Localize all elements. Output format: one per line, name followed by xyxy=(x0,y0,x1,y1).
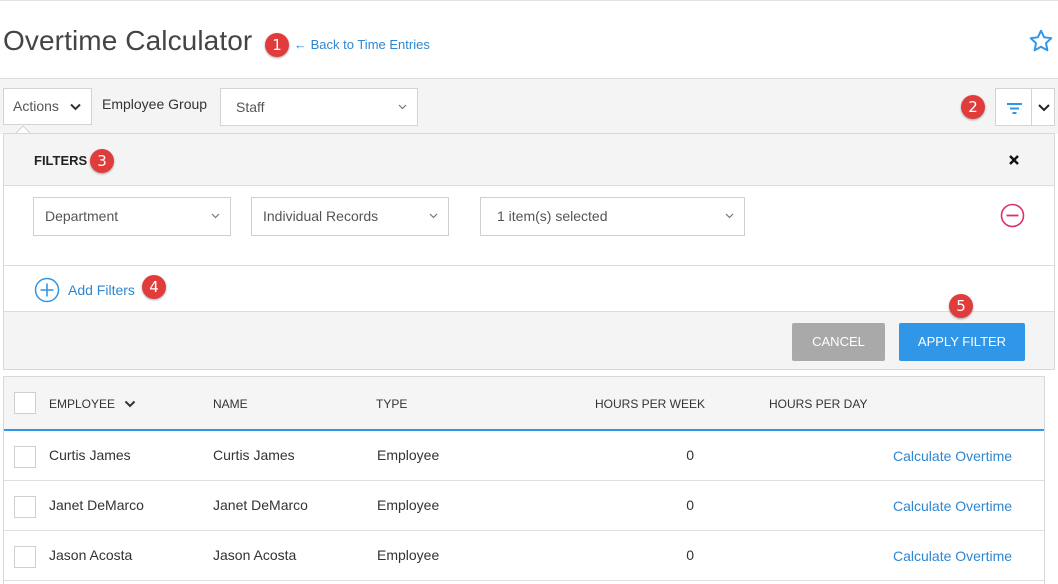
employee-table: EMPLOYEE NAME TYPE HOURS PER WEEK HOURS … xyxy=(3,376,1045,584)
cell-hours-per-week: 0 xyxy=(686,547,694,563)
actions-label: Actions xyxy=(13,98,59,114)
actions-dropdown[interactable]: Actions xyxy=(3,88,92,125)
employee-group-label: Employee Group xyxy=(102,96,208,112)
dropdown-caret-icon xyxy=(16,125,30,133)
close-icon[interactable] xyxy=(1008,154,1020,166)
add-circle-icon xyxy=(34,277,60,303)
calculate-overtime-link[interactable]: Calculate Overtime xyxy=(893,448,1012,464)
annotation-badge-4: 4 xyxy=(142,275,166,299)
chevron-down-icon xyxy=(398,104,407,110)
cell-employee: Curtis James xyxy=(49,447,131,463)
cell-name: Janet DeMarco xyxy=(213,497,308,513)
filter-field-value: Department xyxy=(45,208,119,224)
column-header-hours-per-week[interactable]: HOURS PER WEEK xyxy=(595,397,705,411)
toolbar: Actions Employee Group Staff 2 xyxy=(0,78,1058,134)
star-icon[interactable] xyxy=(1028,28,1054,54)
table-row: Janet DeMarco Janet DeMarco Employee 0 C… xyxy=(4,481,1044,531)
column-header-name[interactable]: NAME xyxy=(213,397,248,411)
filter-icon xyxy=(1007,103,1022,114)
cell-type: Employee xyxy=(377,447,440,463)
chevron-down-icon xyxy=(70,103,81,111)
cell-employee: Janet DeMarco xyxy=(49,497,144,513)
filter-options-dropdown[interactable] xyxy=(1031,88,1055,126)
filter-button[interactable] xyxy=(995,88,1032,126)
filter-field-select[interactable]: Department xyxy=(33,197,231,236)
remove-filter-icon[interactable] xyxy=(1000,203,1025,228)
employee-group-select[interactable]: Staff xyxy=(220,88,418,126)
table-row: Jason Acosta Jason Acosta Employee 0 Cal… xyxy=(4,531,1044,581)
filter-mode-select[interactable]: Individual Records xyxy=(251,197,449,236)
cell-hours-per-week: 0 xyxy=(686,497,694,513)
employee-group-value: Staff xyxy=(236,99,265,115)
calculate-overtime-link[interactable]: Calculate Overtime xyxy=(893,548,1012,564)
annotation-badge-3: 3 xyxy=(90,149,114,173)
annotation-badge-2: 2 xyxy=(961,95,985,119)
column-header-employee[interactable]: EMPLOYEE xyxy=(49,397,136,411)
chevron-down-icon xyxy=(125,400,136,408)
filters-header: FILTERS 3 xyxy=(4,134,1054,186)
row-checkbox[interactable] xyxy=(14,446,36,468)
annotation-badge-5: 5 xyxy=(949,294,973,318)
apply-filter-button[interactable]: APPLY FILTER xyxy=(899,323,1025,361)
row-checkbox[interactable] xyxy=(14,496,36,518)
cell-name: Jason Acosta xyxy=(213,547,297,563)
chevron-down-icon xyxy=(211,213,220,219)
chevron-down-icon xyxy=(1038,104,1050,112)
add-filters-label: Add Filters xyxy=(68,282,135,298)
column-header-employee-label: EMPLOYEE xyxy=(49,397,116,411)
column-header-type[interactable]: TYPE xyxy=(376,397,407,411)
annotation-badge-1: 1 xyxy=(265,33,289,57)
filter-row: Department Individual Records 1 item(s) … xyxy=(4,186,1054,266)
chevron-down-icon xyxy=(429,213,438,219)
page-title: Overtime Calculator xyxy=(3,25,253,56)
row-checkbox[interactable] xyxy=(14,546,36,568)
chevron-down-icon xyxy=(725,213,734,219)
cell-name: Curtis James xyxy=(213,447,295,463)
cancel-button[interactable]: CANCEL xyxy=(792,323,885,361)
cell-type: Employee xyxy=(377,547,440,563)
filter-values-select[interactable]: 1 item(s) selected xyxy=(480,197,745,236)
cell-type: Employee xyxy=(377,497,440,513)
filters-title: FILTERS xyxy=(34,153,88,168)
calculate-overtime-link[interactable]: Calculate Overtime xyxy=(893,498,1012,514)
column-header-hours-per-day[interactable]: HOURS PER DAY xyxy=(769,397,867,411)
filters-footer: 5 CANCEL APPLY FILTER xyxy=(4,294,1054,369)
back-to-time-entries-link[interactable]: ← Back to Time Entries xyxy=(294,37,430,52)
filter-values-value: 1 item(s) selected xyxy=(497,208,608,224)
select-all-checkbox[interactable] xyxy=(14,392,36,414)
table-header: EMPLOYEE NAME TYPE HOURS PER WEEK HOURS … xyxy=(4,377,1044,431)
cell-hours-per-week: 0 xyxy=(686,447,694,463)
title-bar: Overtime Calculator 1 ← Back to Time Ent… xyxy=(0,0,1058,78)
cell-employee: Jason Acosta xyxy=(49,547,133,563)
filter-mode-value: Individual Records xyxy=(263,208,379,224)
filters-panel: FILTERS 3 Department Individual Records … xyxy=(3,133,1055,370)
table-row: Curtis James Curtis James Employee 0 Cal… xyxy=(4,431,1044,481)
